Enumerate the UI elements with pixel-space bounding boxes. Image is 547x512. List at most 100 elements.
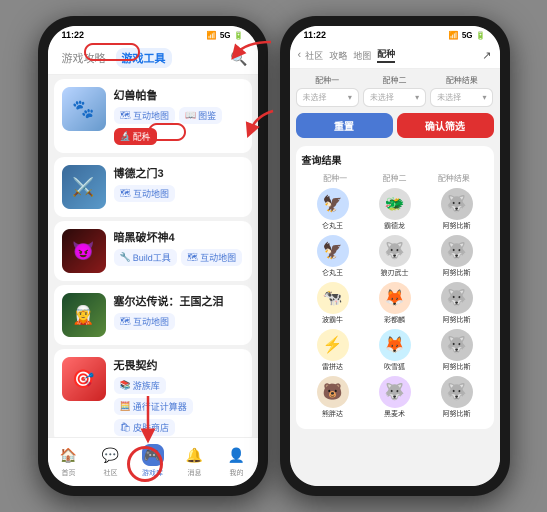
tool-build-diablo[interactable]: 🔧 Build工具	[114, 249, 177, 266]
tab-guide[interactable]: 攻略	[329, 49, 347, 62]
chevron-down-icon-result: ▾	[482, 93, 486, 102]
result-cell-4-p1: 🐻 熊胖达	[302, 376, 364, 419]
avatar-3-p1: ⚡	[317, 329, 349, 361]
avatar-2-p2: 🦊	[379, 282, 411, 314]
name-3-r: 阿努比斯	[443, 362, 471, 372]
chevron-down-icon-1: ▾	[348, 93, 352, 102]
status-bar-right: 11:22 📶 5G 🔋	[290, 26, 500, 42]
game-tools-free: 📚 游族库 🧮 通行证计算器 🛍 皮肤商店	[114, 377, 244, 436]
status-bar-left: 11:22 📶 5G 🔋	[48, 26, 258, 42]
breed-selectors: 配种一 未选择 ▾ 配种二 未选择 ▾ 配种结果	[296, 75, 494, 107]
nav-community-label: 社区	[104, 468, 118, 478]
result-cell-3-r: 🐺 阿努比斯	[426, 329, 488, 372]
game-tools-diablo: 🔧 Build工具 🗺 互动地图	[114, 249, 244, 266]
game-thumb-free: 🎯	[62, 357, 106, 401]
breed-label-1: 配种一	[296, 75, 359, 86]
tool-map-botw[interactable]: 🗺 互动地图	[114, 185, 175, 202]
game-info-free: 无畏契约 📚 游族库 🧮 通行证计算器 🛍	[114, 357, 244, 436]
result-cell-2-p2: 🦊 彩都麟	[364, 282, 426, 325]
game-item-zelda: 🧝 塞尔达传说：王国之泪 🗺 互动地图	[54, 285, 252, 345]
time-left: 11:22	[62, 30, 85, 40]
breed-container: 配种一 未选择 ▾ 配种二 未选择 ▾ 配种结果	[290, 69, 500, 486]
game-tools-botw: 🗺 互动地图	[114, 185, 244, 202]
tool-shop-free[interactable]: 🛍 皮肤商店	[114, 419, 175, 436]
tool-guide-pokemon[interactable]: 📖 图鉴	[179, 107, 222, 124]
build-icon: 🔧	[120, 252, 131, 263]
search-icon[interactable]: 🔍	[230, 50, 247, 67]
name-2-p2: 彩都麟	[384, 315, 405, 325]
name-4-p1: 熊胖达	[322, 409, 343, 419]
result-row-2: 🐄 波霸牛 🦊 彩都麟 🐺 阿努比斯	[302, 282, 488, 325]
nav-notify[interactable]: 🔔 消息	[184, 444, 206, 478]
game-name-zelda: 塞尔达传说：王国之泪	[114, 293, 244, 309]
breed-dropdown-2[interactable]: 未选择 ▾	[363, 88, 426, 107]
result-cell-4-p2: 🐺 黑麦术	[364, 376, 426, 419]
avatar-1-p1: 🦅	[317, 235, 349, 267]
map-icon: 🗺	[120, 110, 131, 121]
result-cell-3-p2: 🦊 吹雪狐	[364, 329, 426, 372]
game-name-diablo: 暗黑破坏神4	[114, 229, 244, 245]
tab-community[interactable]: 社区	[305, 49, 323, 62]
avatar-2-p1: 🐄	[317, 282, 349, 314]
reset-button[interactable]: 重置	[296, 113, 393, 138]
map-icon-botw: 🗺	[120, 188, 131, 199]
notify-icon: 🔔	[184, 444, 206, 466]
game-info-zelda: 塞尔达传说：王国之泪 🗺 互动地图	[114, 293, 244, 330]
nav-home[interactable]: 🏠 首页	[58, 444, 80, 478]
breed-icon: 🔬	[120, 131, 131, 142]
tool-map-diablo[interactable]: 🗺 互动地图	[181, 249, 242, 266]
game-tools-zelda: 🗺 互动地图	[114, 313, 244, 330]
result-cell-0-p2: 🐲 霸德龙	[364, 188, 426, 231]
share-button[interactable]: ↗	[482, 49, 491, 62]
tool-map-zelda[interactable]: 🗺 互动地图	[114, 313, 175, 330]
name-1-p1: 仑丸王	[322, 268, 343, 278]
pass-icon: 🧮	[120, 401, 131, 412]
breed-dropdown-1[interactable]: 未选择 ▾	[296, 88, 359, 107]
time-right: 11:22	[304, 30, 327, 40]
game-item-free: 🎯 无畏契约 📚 游族库 🧮 通行证计算器	[54, 349, 252, 437]
phones-container: 11:22 📶 5G 🔋 游戏攻略 游戏工具 🔍 🐾 幻	[38, 16, 510, 496]
tool-breed-pokemon[interactable]: 🔬 配种	[114, 128, 157, 145]
game-info-pokemon: 幻兽帕鲁 🗺 互动地图 📖 图鉴 🔬	[114, 87, 244, 145]
app-header-right: ‹ 社区 攻略 地图 配种 ↗	[290, 42, 500, 69]
confirm-button[interactable]: 确认筛选	[397, 113, 494, 138]
name-2-r: 阿努比斯	[443, 315, 471, 325]
tab-breed[interactable]: 配种	[377, 47, 395, 63]
chevron-down-icon-2: ▾	[415, 93, 419, 102]
nav-community[interactable]: 💬 社区	[100, 444, 122, 478]
breed-actions: 重置 确认筛选	[296, 113, 494, 138]
avatar-3-p2: 🦊	[379, 329, 411, 361]
name-4-p2: 黑麦术	[384, 409, 405, 419]
avatar-0-p1: 🦅	[317, 188, 349, 220]
name-0-r: 阿努比斯	[443, 221, 471, 231]
avatar-2-r: 🐺	[441, 282, 473, 314]
breed-dropdown-result[interactable]: 未选择 ▾	[430, 88, 493, 107]
game-thumb-zelda: 🧝	[62, 293, 106, 337]
game-item-diablo: 😈 暗黑破坏神4 🔧 Build工具 🗺 互动地图	[54, 221, 252, 281]
name-1-p2: 狼刃武士	[381, 268, 409, 278]
tool-lib-free[interactable]: 📚 游族库	[114, 377, 166, 394]
name-0-p2: 霸德龙	[384, 221, 405, 231]
tool-map-pokemon[interactable]: 🗺 互动地图	[114, 107, 175, 124]
lib-icon: 📚	[120, 380, 131, 391]
game-thumb-botw: ⚔️	[62, 165, 106, 209]
nav-home-label: 首页	[62, 468, 76, 478]
avatar-1-p2: 🐺	[379, 235, 411, 267]
back-icon[interactable]: ‹	[298, 49, 302, 61]
tool-pass-free[interactable]: 🧮 通行证计算器	[114, 398, 193, 415]
tab-game-guide[interactable]: 游戏攻略	[58, 48, 110, 68]
avatar-1-r: 🐺	[441, 235, 473, 267]
tab-game-tools[interactable]: 游戏工具	[116, 48, 172, 68]
tab-map[interactable]: 地图	[353, 49, 371, 62]
results-header: 配种一 配种二 配种结果	[302, 173, 488, 184]
game-tools-pokemon: 🗺 互动地图 📖 图鉴 🔬 配种	[114, 107, 244, 145]
app-header-left: 游戏攻略 游戏工具 🔍	[48, 42, 258, 75]
avatar-0-p2: 🐲	[379, 188, 411, 220]
name-4-r: 阿努比斯	[443, 409, 471, 419]
result-row-4: 🐻 熊胖达 🐺 黑麦术 🐺 阿努比斯	[302, 376, 488, 419]
status-icons-right: 📶 5G 🔋	[449, 31, 486, 40]
nav-game-lib[interactable]: 🎮 游戏库	[142, 444, 164, 478]
nav-profile[interactable]: 👤 我的	[226, 444, 248, 478]
status-icons-left: 📶 5G 🔋	[207, 31, 244, 40]
result-cell-2-p1: 🐄 波霸牛	[302, 282, 364, 325]
